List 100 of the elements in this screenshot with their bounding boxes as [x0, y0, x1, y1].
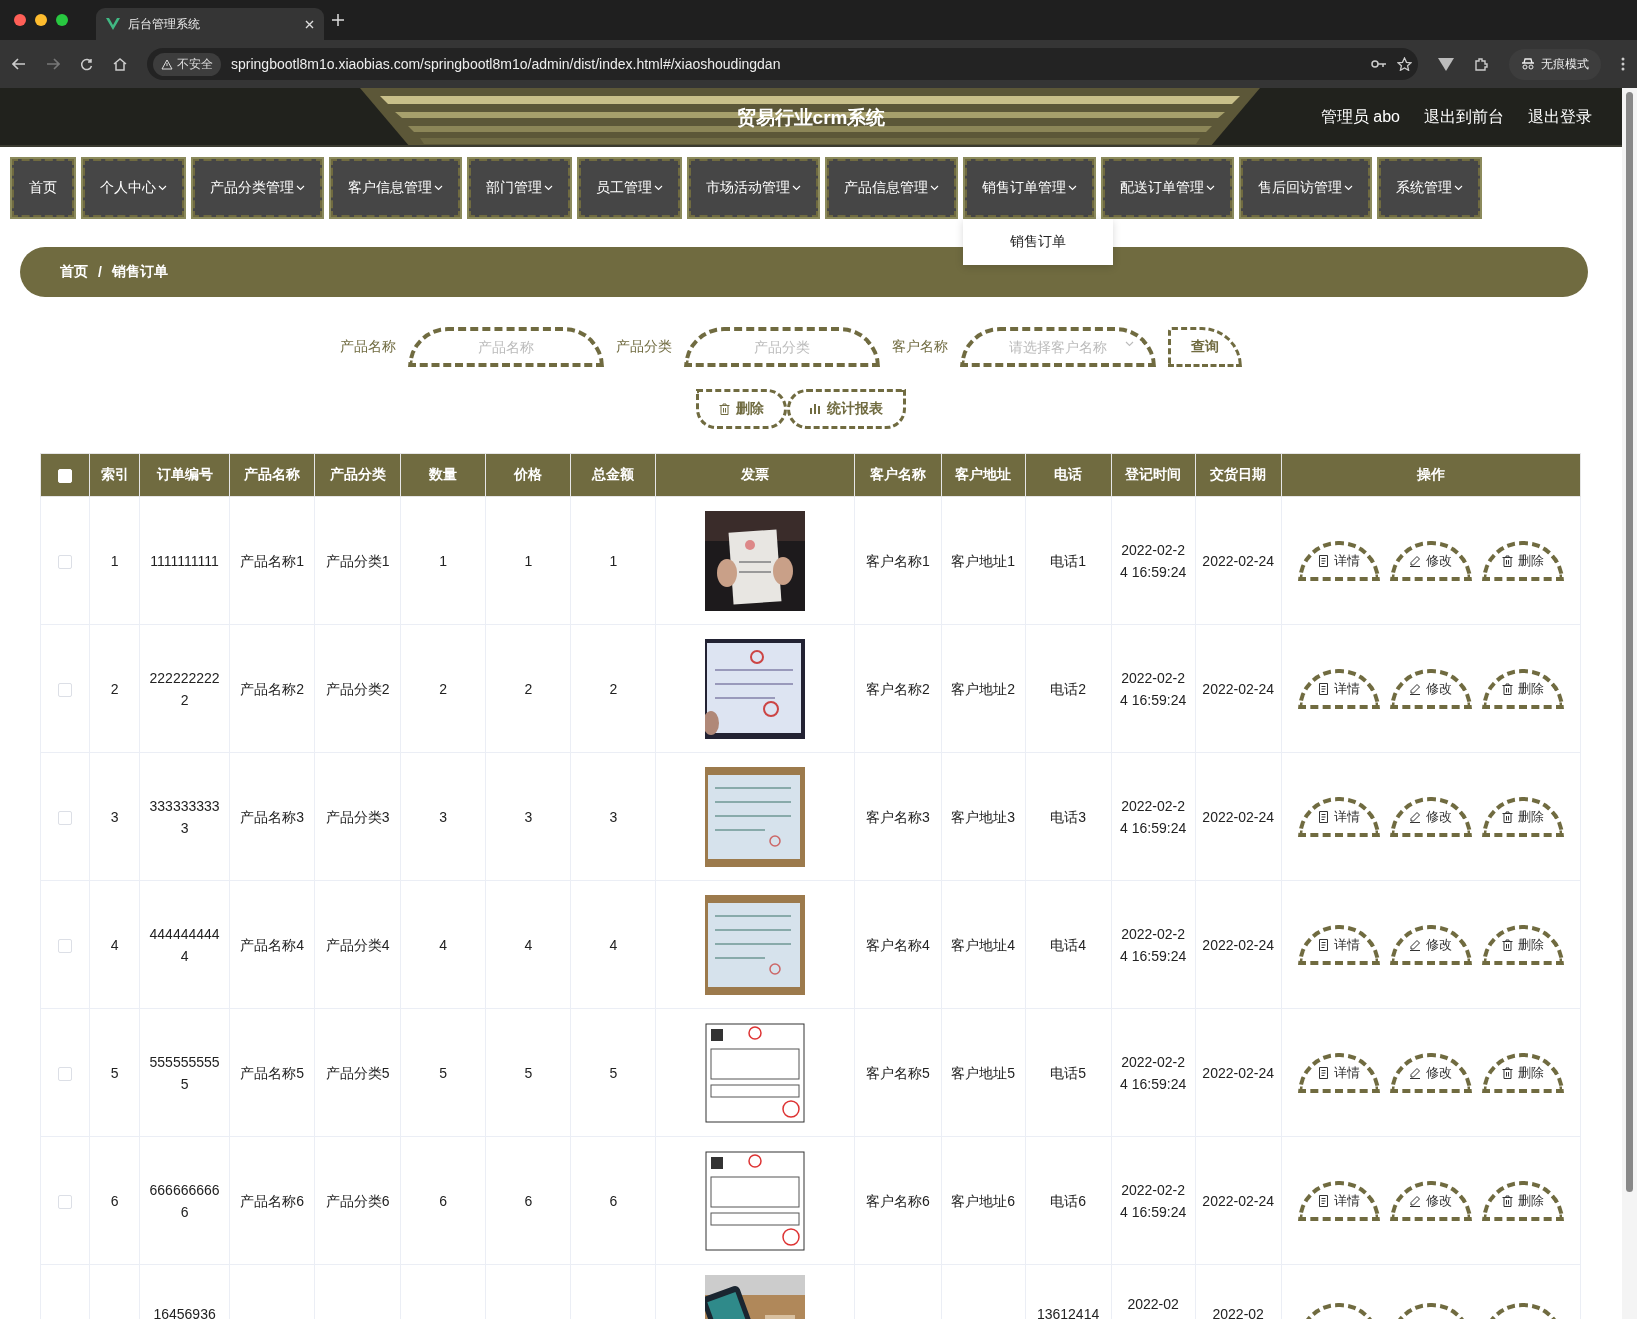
window-minimize-button[interactable] [35, 14, 47, 26]
nav-item[interactable]: 产品分类管理 [191, 157, 324, 219]
edit-button[interactable]: 修改 [1389, 924, 1472, 965]
delete-button[interactable]: 删除 [1481, 1180, 1564, 1221]
trash-icon [1501, 1066, 1513, 1079]
home-icon[interactable] [113, 57, 127, 71]
nav-item[interactable]: 个人中心 [81, 157, 186, 219]
trash-icon [1501, 554, 1513, 567]
detail-button[interactable]: 详情 [1297, 668, 1380, 709]
v-extension-icon[interactable] [1438, 57, 1454, 71]
separator: / [98, 264, 102, 280]
nav-item[interactable]: 售后回访管理 [1239, 157, 1372, 219]
nav-item[interactable]: 市场活动管理 [687, 157, 820, 219]
delete-button[interactable]: 删除 [1481, 924, 1564, 965]
table-cell: 4 [570, 880, 656, 1009]
address-bar[interactable]: 不安全 springbootl8m1o.xiaobias.com/springbootl8m1o/admin/dist/index.html#/xiaoshoudingdan [147, 48, 1418, 80]
header-link[interactable]: 退出登录 [1528, 107, 1592, 128]
table-cell: 2022-02-24 [1195, 496, 1282, 625]
table-cell: 2 [570, 624, 656, 753]
table-cell: 产品名称4 [229, 880, 315, 1009]
checkbox[interactable] [58, 554, 72, 569]
nav-item[interactable]: 系统管理 [1377, 157, 1482, 219]
key-icon[interactable] [1371, 59, 1387, 69]
column-header: 索引 [89, 453, 140, 497]
edit-button[interactable]: 修改 [1389, 540, 1472, 581]
checkbox[interactable] [58, 1194, 72, 1209]
forward-icon[interactable] [46, 58, 60, 70]
trash-icon [719, 403, 730, 415]
more-icon[interactable] [1621, 57, 1625, 71]
table-cell: 2022-02-24 [1195, 880, 1282, 1009]
table-cell: 产品名称1 [229, 496, 315, 625]
column-header: 产品名称 [229, 453, 315, 497]
trash-icon [1501, 810, 1513, 823]
browser-tab[interactable]: 后台管理系统 [96, 8, 324, 40]
nav-item[interactable]: 部门管理 [467, 157, 572, 219]
back-icon[interactable] [12, 58, 26, 70]
select-field[interactable]: 请选择客户名称 [960, 327, 1156, 367]
edit-button[interactable]: 修改 [1389, 796, 1472, 837]
document-icon [1317, 938, 1329, 951]
field-label: 客户名称 [892, 338, 948, 356]
nav-item[interactable]: 客户信息管理 [329, 157, 462, 219]
header-link[interactable]: 退出到前台 [1424, 107, 1504, 128]
nav-item[interactable]: 配送订单管理 [1101, 157, 1234, 219]
table-cell: 客户地址2 [941, 624, 1026, 753]
field-label: 产品名称 [340, 338, 396, 356]
scrollbar-thumb[interactable] [1626, 92, 1633, 1192]
detail-button[interactable]: 详情 [1297, 1180, 1380, 1221]
edit-button[interactable]: 修改 [1389, 1052, 1472, 1093]
column-header: 订单编号 [139, 453, 230, 497]
nav-item[interactable]: 首页 [10, 157, 76, 219]
bar-chart-icon [810, 404, 821, 414]
reload-icon[interactable] [80, 57, 93, 71]
table-cell: 客户名称6 [854, 1136, 941, 1265]
puzzle-icon[interactable] [1474, 56, 1489, 72]
checkbox[interactable] [58, 810, 72, 825]
menu-item[interactable]: 销售订单 [963, 225, 1113, 259]
input-field[interactable]: 产品分类 [684, 327, 880, 367]
pen-icon [1409, 1066, 1422, 1079]
new-tab-icon[interactable] [332, 14, 344, 26]
window-close-button[interactable] [14, 14, 26, 26]
table-cell: 5 [485, 1008, 571, 1137]
table-cell: 产品分类3 [314, 752, 401, 881]
star-icon[interactable] [1397, 57, 1412, 71]
close-icon[interactable] [305, 19, 314, 29]
detail-button[interactable]: 详情 [1297, 924, 1380, 965]
nav-item[interactable]: 产品信息管理 [825, 157, 958, 219]
pen-icon [1409, 682, 1422, 695]
table-cell: 2022-02-24 16:59:24 [1111, 880, 1196, 1009]
table-cell: 客户名称1 [854, 496, 941, 625]
edit-button[interactable]: 修改 [1389, 1180, 1472, 1221]
edit-button[interactable]: 修改 [1389, 668, 1472, 709]
delete-button[interactable]: 删除 [1481, 668, 1564, 709]
detail-button[interactable]: 详情 [1297, 540, 1380, 581]
checkbox[interactable] [58, 1066, 72, 1081]
header-link[interactable]: 管理员 abo [1320, 107, 1400, 128]
delete-button[interactable]: 删除 [1481, 540, 1564, 581]
detail-button[interactable]: 详情 [1297, 796, 1380, 837]
table-cell: 2022-02-24 [1195, 624, 1282, 753]
window-zoom-button[interactable] [56, 14, 68, 26]
input-field[interactable]: 产品名称 [408, 327, 604, 367]
checkbox[interactable] [58, 938, 72, 953]
pen-icon [1409, 810, 1422, 823]
breadcrumb-link[interactable]: 销售订单 [111, 263, 168, 281]
delete-button[interactable]: 删除 [1481, 1052, 1564, 1093]
table-cell: 电话4 [1025, 880, 1112, 1009]
incognito-button[interactable]: 无痕模式 [1509, 48, 1601, 80]
report-button[interactable]: 统计报表 [787, 389, 906, 429]
nav-item[interactable]: 员工管理 [577, 157, 682, 219]
breadcrumb-link[interactable]: 首页 [60, 263, 88, 281]
table-cell: 3 [485, 752, 571, 881]
query-button[interactable]: 查询 [1168, 327, 1242, 367]
column-header: 操作 [1281, 453, 1581, 497]
table-cell: 2022-02-24 [1195, 1008, 1282, 1137]
checkbox[interactable] [58, 682, 72, 697]
nav-item[interactable]: 销售订单管理 [963, 157, 1096, 219]
delete-button[interactable]: 删除 [696, 389, 787, 429]
detail-button[interactable]: 详情 [1297, 1052, 1380, 1093]
security-chip[interactable]: 不安全 [153, 52, 221, 76]
delete-button[interactable]: 删除 [1481, 796, 1564, 837]
table-cell: 3 [89, 752, 140, 881]
